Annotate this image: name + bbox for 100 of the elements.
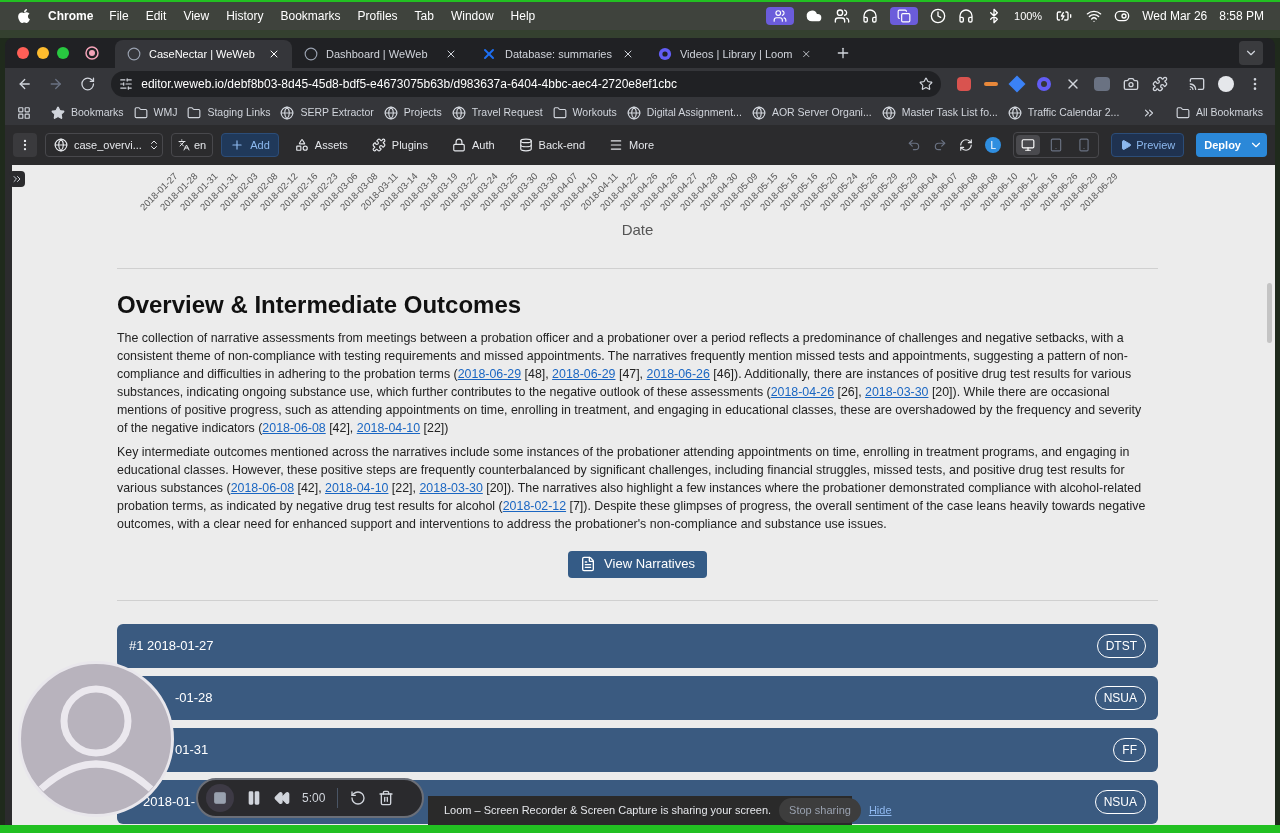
screen-share-button[interactable] — [766, 7, 794, 25]
close-window-button[interactable] — [17, 47, 29, 59]
date-link[interactable]: 2018-06-26 — [646, 366, 710, 381]
back-icon[interactable] — [17, 76, 33, 92]
camera-icon[interactable] — [1123, 76, 1139, 92]
language-button[interactable]: en — [171, 133, 214, 157]
app-menu[interactable]: Chrome — [48, 7, 94, 25]
date-link[interactable]: 2018-03-30 — [419, 480, 483, 495]
toolbar-item[interactable]: Assets — [286, 133, 356, 157]
redo-icon[interactable] — [933, 138, 948, 152]
deploy-button[interactable]: Deploy — [1196, 133, 1267, 157]
new-tab-icon[interactable] — [835, 45, 851, 61]
record-icon[interactable] — [85, 46, 99, 60]
bookmark-item[interactable]: WMJ — [133, 104, 178, 121]
zoom-window-button[interactable] — [57, 47, 69, 59]
cast-icon[interactable] — [1189, 76, 1205, 92]
expand-panel-button[interactable] — [9, 171, 25, 187]
forward-icon[interactable] — [48, 76, 64, 92]
close-tab-icon[interactable] — [800, 48, 811, 60]
browser-tab[interactable]: Videos | Library | Loom — [646, 40, 823, 68]
toolbar-item[interactable]: Add — [221, 133, 279, 157]
clock-icon[interactable] — [930, 8, 946, 24]
windows-button[interactable] — [890, 7, 918, 25]
pause-icon[interactable] — [246, 790, 262, 806]
puzzle-icon — [371, 138, 386, 152]
refresh-icon[interactable] — [959, 138, 974, 152]
restart-icon[interactable] — [350, 790, 367, 806]
device-button[interactable] — [1016, 135, 1041, 155]
bookmark-item[interactable]: Workouts — [552, 104, 617, 121]
date-link[interactable]: 2018-04-26 — [770, 384, 835, 399]
browser-tab[interactable]: Dashboard | WeWeb — [292, 40, 469, 68]
menu-item[interactable]: Window — [450, 7, 494, 25]
stop-icon — [213, 791, 227, 805]
bookmark-item[interactable]: Travel Request — [451, 104, 543, 121]
date-link[interactable]: 2018-04-10 — [325, 480, 389, 495]
menu-item[interactable]: Profiles — [357, 7, 398, 25]
bookmark-item[interactable]: Projects — [383, 104, 442, 121]
page-selector[interactable]: case_overvi... — [45, 133, 163, 157]
minimize-window-button[interactable] — [37, 47, 49, 59]
profile-avatar[interactable] — [1218, 76, 1234, 92]
apps-icon[interactable] — [17, 105, 31, 120]
close-tab-icon[interactable] — [268, 48, 280, 60]
wifi-icon[interactable] — [1086, 8, 1103, 24]
date-link[interactable]: 2018-03-30 — [865, 384, 929, 399]
apple-icon[interactable] — [16, 8, 32, 24]
starburst-icon[interactable] — [1036, 76, 1052, 92]
view-narratives-button[interactable]: View Narratives — [568, 550, 707, 578]
bookmark-star-icon[interactable] — [919, 77, 933, 91]
toolbar-item[interactable]: More — [601, 133, 663, 157]
all-bookmarks-item[interactable]: All Bookmarks — [1175, 104, 1263, 121]
close-tab-icon[interactable] — [622, 48, 634, 60]
menu-item[interactable]: Help — [510, 7, 536, 25]
toolbar-item[interactable]: Plugins — [363, 133, 436, 157]
bookmark-item[interactable]: AOR Server Organi... — [751, 104, 872, 121]
menu-item[interactable]: History — [226, 7, 264, 25]
browser-tab[interactable]: Database: summaries — [469, 40, 646, 68]
browser-tab[interactable]: CaseNectar | WeWeb — [115, 40, 292, 68]
control-center-icon[interactable] — [1114, 8, 1131, 24]
menu-item[interactable]: Tab — [414, 7, 434, 25]
bookmark-item[interactable]: Digital Assignment... — [626, 104, 742, 121]
bookmark-item[interactable]: Traffic Calendar 2... — [1007, 104, 1120, 121]
bookmark-item[interactable]: Master Task List fo... — [881, 104, 998, 121]
bookmark-item[interactable]: SERP Extractor — [280, 104, 374, 121]
date-link[interactable]: 2018-06-08 — [230, 480, 295, 495]
tablet-icon — [1049, 138, 1064, 152]
tab-list-button[interactable] — [1239, 41, 1263, 65]
people-icon[interactable] — [834, 8, 850, 24]
plus-icon — [230, 138, 245, 152]
menu-item[interactable]: Bookmarks — [280, 7, 341, 25]
date-link[interactable]: 2018-02-12 — [502, 498, 567, 513]
narrative-row[interactable]: #1 2018-01-27 DTST — [117, 623, 1158, 668]
headphones-icon[interactable] — [862, 8, 878, 24]
stop-sharing-button[interactable]: Stop sharing — [779, 798, 861, 823]
menu-item[interactable]: View — [183, 7, 210, 25]
address-bar[interactable]: editor.weweb.io/debf8b03-8d45-45d8-bdf5-e4673075b63b/d983637a-6404-4bbc-aec4-2720e8ef1cbc — [111, 71, 941, 97]
bookmark-item[interactable]: Bookmarks — [51, 104, 124, 121]
preview-button[interactable]: Preview — [1111, 133, 1185, 157]
menu-item[interactable]: Edit — [145, 7, 167, 25]
extension-icon[interactable] — [984, 82, 998, 86]
site-info-icon[interactable] — [119, 77, 134, 91]
reload-icon[interactable] — [79, 76, 96, 92]
extensions-icon[interactable] — [1152, 76, 1168, 92]
undo-icon[interactable] — [907, 138, 922, 152]
date-link[interactable]: 2018-04-10 — [356, 420, 421, 435]
delete-icon[interactable] — [378, 790, 395, 806]
options-button[interactable] — [13, 133, 37, 157]
toolbar-item[interactable]: Auth — [443, 133, 503, 157]
stop-recording-button[interactable] — [206, 784, 234, 812]
close-tab-icon[interactable] — [445, 48, 457, 60]
people-icon — [772, 9, 788, 23]
date-link[interactable]: 2018-06-29 — [457, 366, 522, 381]
scrollbar-thumb[interactable] — [1266, 283, 1272, 343]
date-link[interactable]: 2018-06-29 — [552, 366, 616, 381]
bookmark-item[interactable]: Staging Links — [187, 104, 271, 121]
folder-icon — [133, 105, 148, 120]
cloud-icon[interactable] — [806, 8, 822, 24]
menu-item[interactable]: File — [109, 7, 129, 25]
date-link[interactable]: 2018-06-08 — [262, 420, 326, 435]
rewind-icon[interactable] — [274, 790, 290, 806]
toolbar-item[interactable]: Back-end — [510, 133, 594, 157]
